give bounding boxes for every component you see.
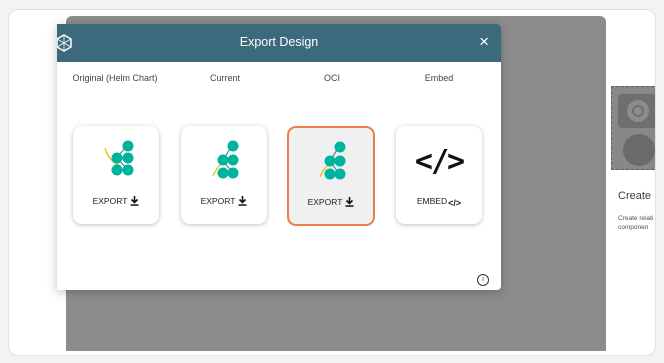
embed-label: EMBED [416,196,448,206]
code-icon: </> [414,144,465,179]
meshery-logo-icon [104,140,134,176]
dialog-header: Export Design × [57,24,501,62]
kubernetes-icon [618,94,655,128]
option-label-oci: OCI [323,73,340,83]
export-action: EXPORT [289,197,373,207]
background-title: Create R [618,190,655,202]
export-card-current[interactable]: EXPORT [181,126,267,224]
export-design-dialog: Export Design × Original (Helm Chart) EX… [57,24,501,290]
export-action: EXPORT [181,196,267,206]
export-card-oci[interactable]: EXPORT [287,126,375,226]
export-label: EXPORT [200,196,236,206]
embed-card[interactable]: </> EMBED</> [396,126,482,224]
option-label-original: Original (Helm Chart) [72,73,158,83]
background-description: Create relati componen [618,215,654,231]
meshery-logo-icon [319,141,346,180]
dialog-title: Export Design [239,35,319,49]
export-label: EXPORT [92,196,128,206]
download-icon [238,196,247,206]
meshery-logo-icon [212,140,239,179]
embed-action: EMBED</> [396,196,482,208]
download-icon [130,196,139,206]
download-icon [345,197,354,207]
close-icon[interactable]: × [479,32,489,52]
export-action: EXPORT [73,196,159,206]
component-icon [623,134,655,166]
export-card-original[interactable]: EXPORT [73,126,159,224]
option-label-current: Current [209,73,240,83]
info-icon[interactable]: i [477,274,489,286]
code-icon: </> [448,198,462,208]
option-label-embed: Embed [424,73,454,83]
export-label: EXPORT [307,197,343,207]
